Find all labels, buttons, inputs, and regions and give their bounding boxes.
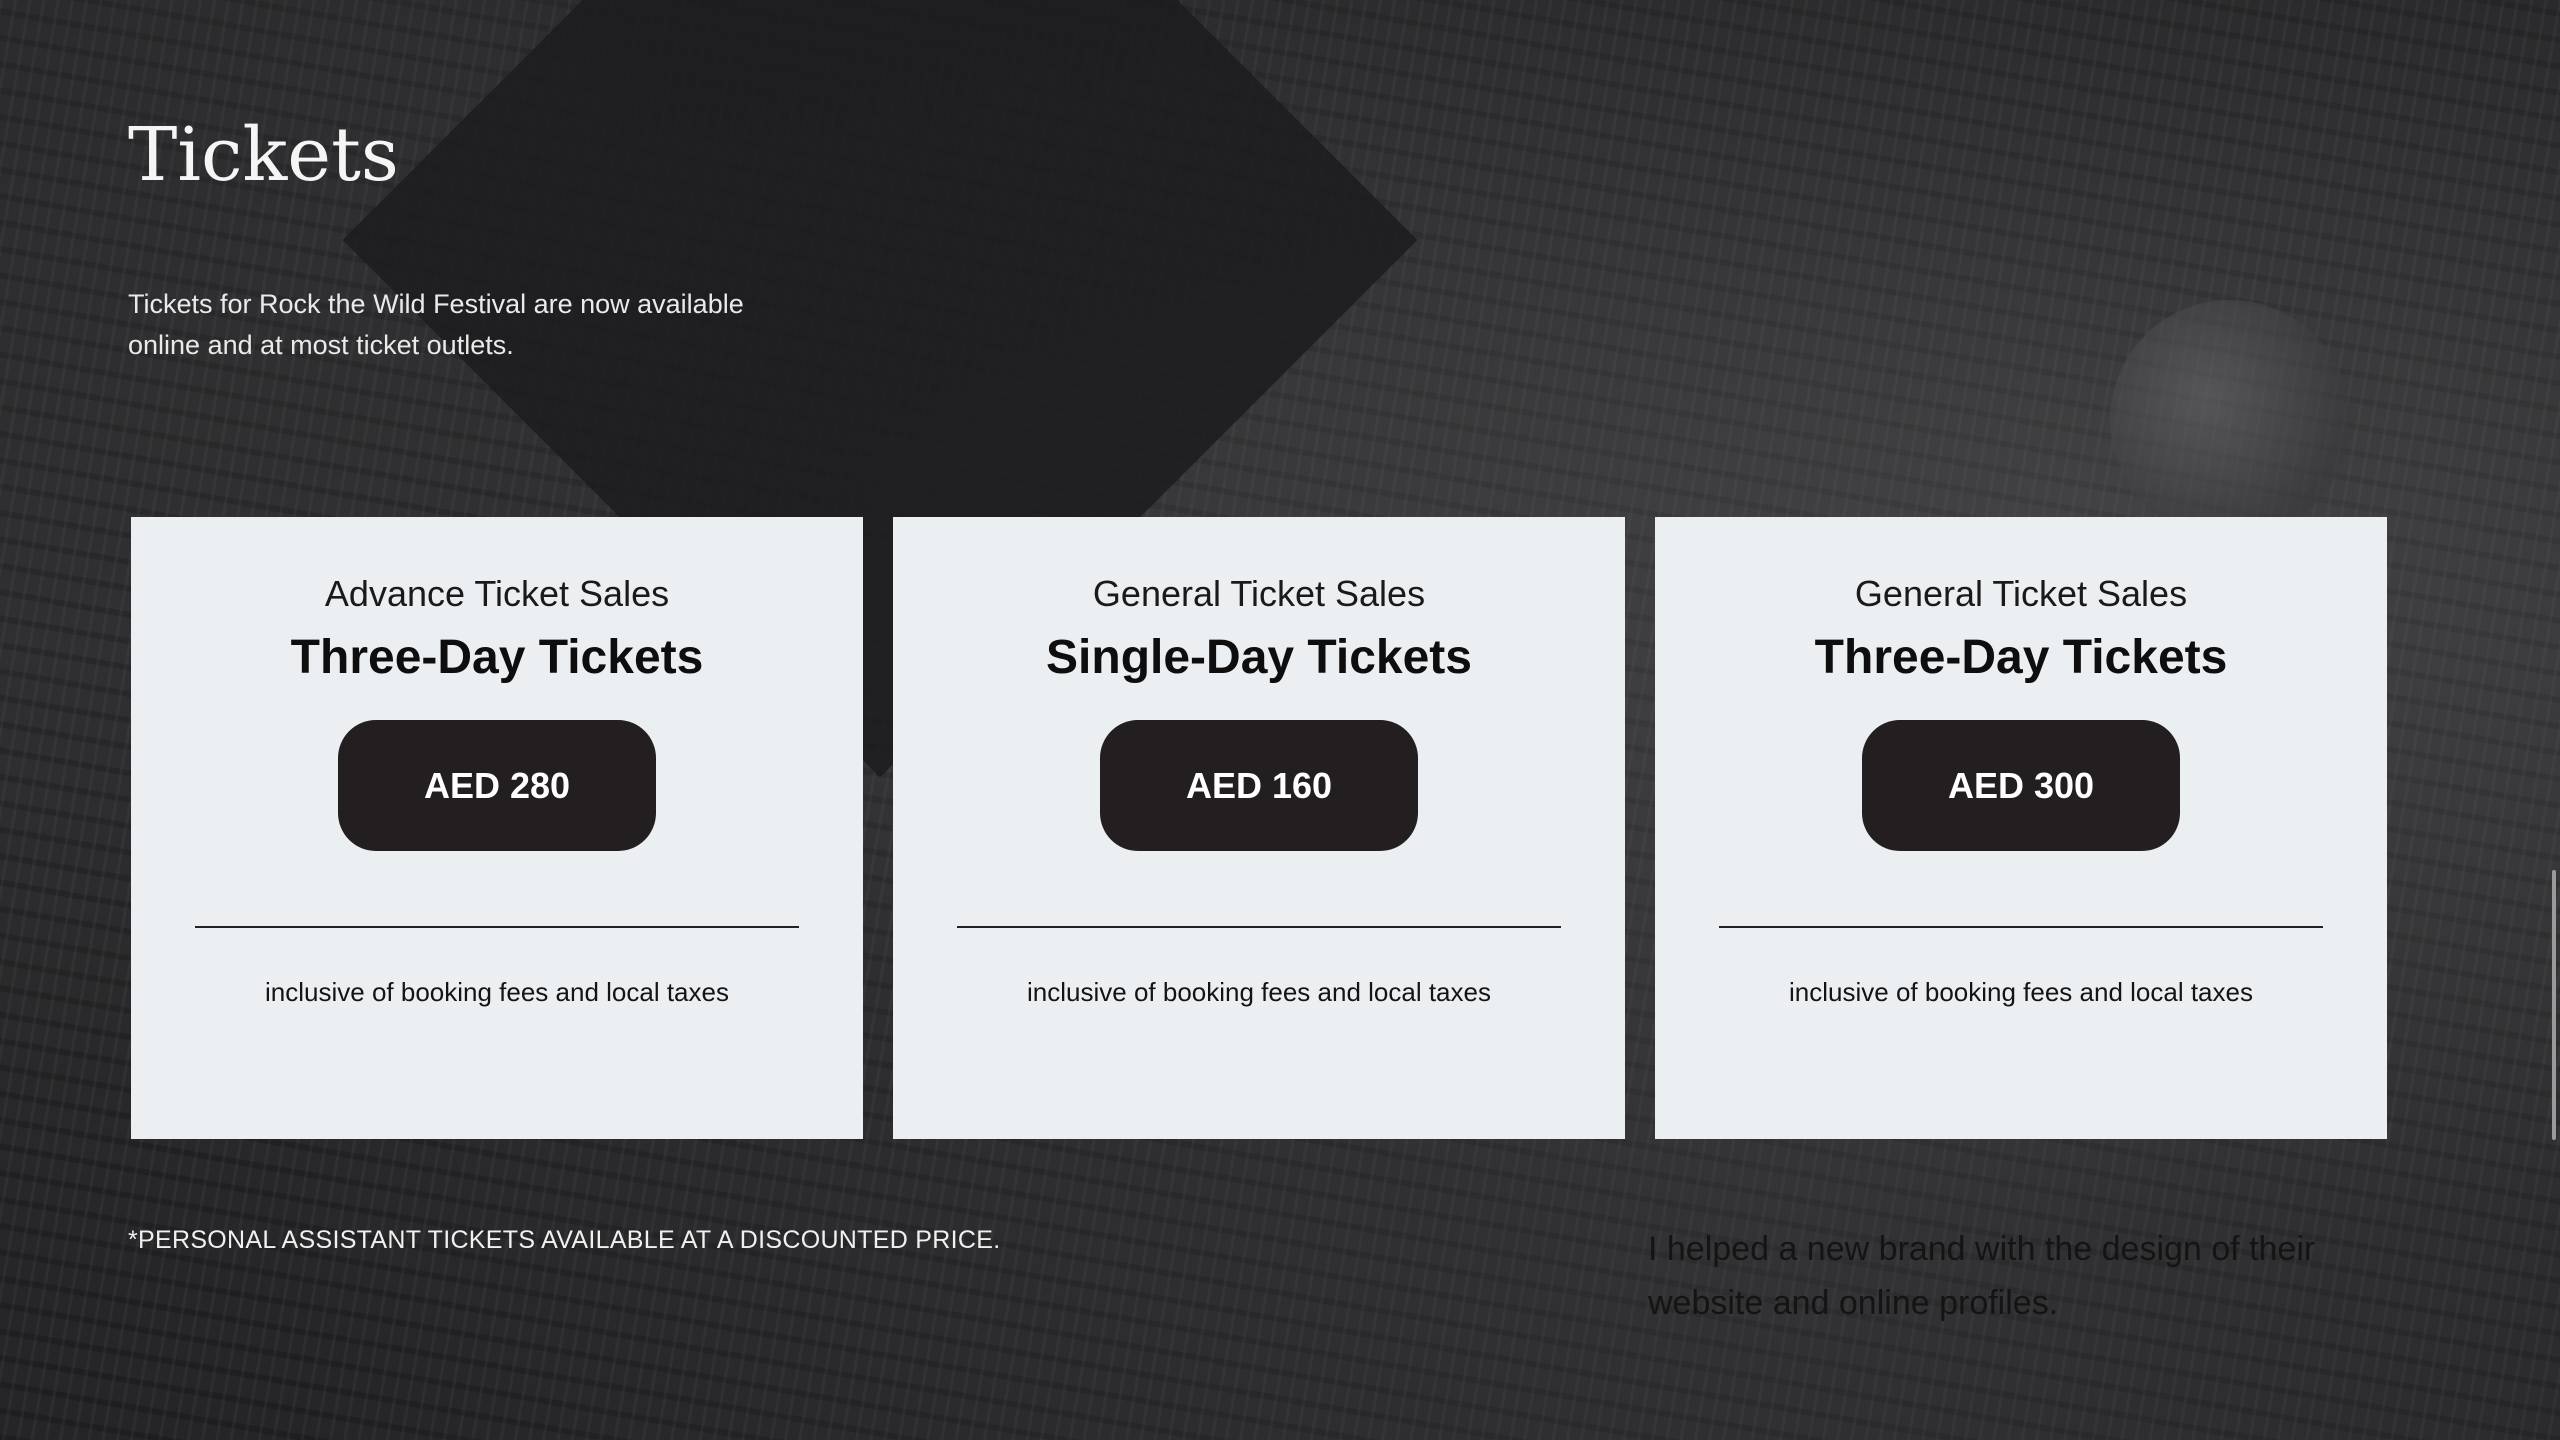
ticket-card-general-single-day: General Ticket Sales Single-Day Tickets … <box>893 517 1625 1139</box>
side-description: I helped a new brand with the design of … <box>1648 1230 2316 1322</box>
ticket-card-general-three-day: General Ticket Sales Three-Day Tickets A… <box>1655 517 2387 1139</box>
divider <box>957 926 1561 928</box>
card-subtitle: General Ticket Sales <box>1854 573 2188 614</box>
price-button[interactable]: AED 300 <box>1862 720 2180 851</box>
divider <box>1719 926 2323 928</box>
ticket-card-advance-three-day: Advance Ticket Sales Three-Day Tickets A… <box>131 517 863 1139</box>
background-record-disc <box>2110 300 2350 540</box>
card-title: Three-Day Tickets <box>1814 631 2228 684</box>
card-subtitle: General Ticket Sales <box>1092 573 1426 614</box>
footnote: *PERSONAL ASSISTANT TICKETS AVAILABLE AT… <box>128 1226 1001 1254</box>
scrollbar-thumb[interactable] <box>2552 870 2556 1140</box>
card-subtitle: Advance Ticket Sales <box>324 573 670 614</box>
divider <box>195 926 799 928</box>
card-note: inclusive of booking fees and local taxe… <box>265 977 729 1007</box>
card-title: Single-Day Tickets <box>1046 631 1472 684</box>
card-note: inclusive of booking fees and local taxe… <box>1027 977 1491 1007</box>
card-title: Three-Day Tickets <box>290 631 704 684</box>
price-button[interactable]: AED 280 <box>338 720 656 851</box>
intro-text: Tickets for Rock the Wild Festival are n… <box>128 289 744 360</box>
price-button[interactable]: AED 160 <box>1100 720 1418 851</box>
ticket-cards: Advance Ticket Sales Three-Day Tickets A… <box>131 517 2387 1139</box>
card-note: inclusive of booking fees and local taxe… <box>1789 977 2253 1007</box>
page-title: Tickets <box>128 112 399 198</box>
